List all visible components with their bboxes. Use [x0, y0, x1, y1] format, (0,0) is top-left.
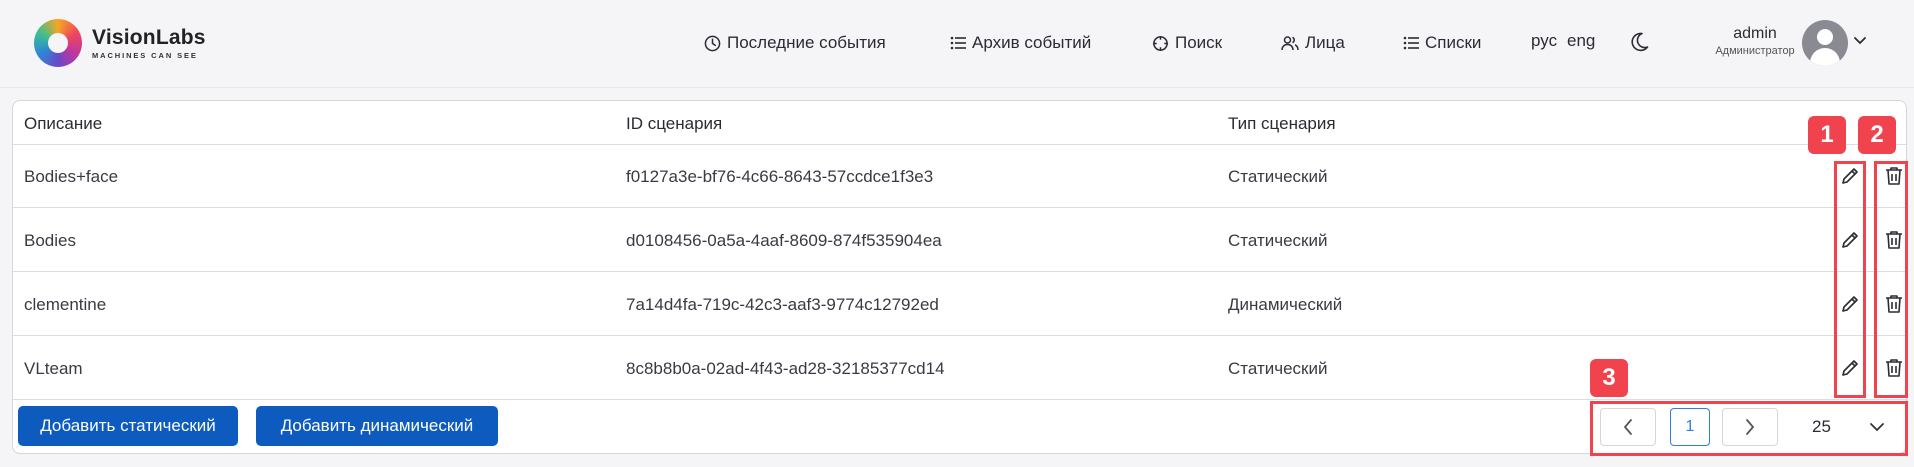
- annotation-badge: 2: [1858, 116, 1896, 154]
- nav-faces-label: Лица: [1305, 33, 1345, 52]
- nav-events-archive-label: Архив событий: [972, 33, 1092, 52]
- list-icon: [1403, 36, 1419, 50]
- nav-search-label: Поиск: [1175, 33, 1223, 52]
- annotation-box-edit: [1834, 161, 1866, 398]
- lang-en[interactable]: eng: [1567, 31, 1595, 51]
- logo-mark-icon: [34, 19, 82, 67]
- nav-recent-events[interactable]: Последние события: [704, 31, 886, 55]
- column-header-type: Тип сценария: [1228, 114, 1336, 133]
- moon-icon[interactable]: [1631, 32, 1649, 52]
- app-header: VisionLabs MACHINES CAN SEE Последние со…: [0, 0, 1914, 88]
- row-description: Bodies+face: [24, 167, 119, 186]
- users-icon: [1281, 36, 1299, 51]
- list-icon: [950, 36, 966, 50]
- row-id: d0108456-0a5a-4aaf-8609-874f535904ea: [626, 231, 942, 250]
- nav-lists[interactable]: Списки: [1403, 31, 1481, 55]
- logo-tagline: MACHINES CAN SEE: [92, 50, 198, 60]
- row-description: VLteam: [24, 359, 83, 378]
- annotation-box-delete: [1874, 161, 1908, 398]
- nav-faces[interactable]: Лица: [1281, 31, 1345, 55]
- visionlabs-logo[interactable]: VisionLabs MACHINES CAN SEE: [34, 19, 206, 67]
- nav-events-archive[interactable]: Архив событий: [950, 31, 1091, 55]
- nav-recent-events-label: Последние события: [727, 33, 886, 52]
- column-header-id: ID сценария: [626, 114, 723, 133]
- nav-search[interactable]: Поиск: [1152, 31, 1222, 55]
- row-type: Статический: [1228, 359, 1328, 378]
- add-static-button[interactable]: Добавить статический: [18, 406, 238, 446]
- lang-ru[interactable]: рус: [1531, 31, 1557, 51]
- row-id: f0127a3e-bf76-4c66-8643-57ccdce1f3e3: [626, 167, 934, 186]
- row-description: Bodies: [24, 231, 76, 250]
- add-dynamic-button[interactable]: Добавить динамический: [256, 406, 498, 446]
- user-info[interactable]: admin Администратор: [1690, 24, 1820, 58]
- crosshair-icon: [1152, 35, 1169, 51]
- row-description: clementine: [24, 295, 107, 314]
- row-type: Статический: [1228, 231, 1328, 250]
- annotation-badge: 1: [1808, 116, 1846, 154]
- row-type: Динамический: [1228, 295, 1343, 314]
- column-header-description: Описание: [24, 114, 103, 133]
- annotation-box-pagination: [1590, 401, 1908, 456]
- chevron-down-icon[interactable]: [1853, 36, 1867, 46]
- nav-lists-label: Списки: [1425, 33, 1482, 52]
- annotation-badge: 3: [1590, 359, 1628, 397]
- user-name: admin: [1733, 25, 1777, 42]
- logo-name: VisionLabs: [92, 25, 206, 49]
- avatar[interactable]: [1802, 20, 1848, 66]
- row-id: 8c8b8b0a-02ad-4f43-ad28-32185377cd14: [626, 359, 945, 378]
- user-role: Администратор: [1715, 45, 1795, 57]
- row-type: Статический: [1228, 167, 1328, 186]
- row-id: 7a14d4fa-719c-42c3-aaf3-9774c12792ed: [626, 295, 939, 314]
- clock-icon: [704, 35, 721, 51]
